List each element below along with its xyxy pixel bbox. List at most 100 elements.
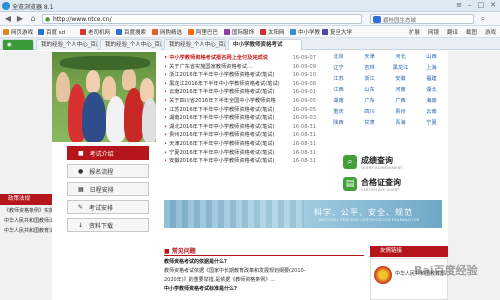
score-query-button[interactable]: ⌕ 成绩查询 QUERY ACHIEVEMENT: [343, 152, 423, 172]
province-link[interactable]: 海南: [416, 96, 447, 107]
menu-icon[interactable]: ≡: [456, 1, 462, 9]
fav-item[interactable]: 百度 sd: [38, 28, 65, 36]
fav-item[interactable]: 阿里巴巴: [188, 28, 218, 36]
search-icon[interactable]: ⌕: [478, 14, 488, 24]
list-item[interactable]: • 浙江2016年下半年中小学教师资格考试(笔试) 16-09-10: [164, 71, 316, 80]
list-item[interactable]: • 云南2016年下半年中小学教师资格考试(笔试) 16-09-01: [164, 88, 316, 97]
province-link[interactable]: 湖南: [323, 96, 354, 107]
fav-item[interactable]: 复旦大学: [322, 28, 352, 36]
faq-answer: 教师资格考试依据《国家中长期教育改革和发展规划纲要(2010-: [164, 268, 306, 274]
list-item[interactable]: • 关于广东省实施国家教师资格考试… 16-09-09: [164, 63, 316, 72]
province-link[interactable]: 辽宁: [323, 63, 354, 74]
search-input[interactable]: 碧桂园生态城: [370, 14, 474, 24]
province-link[interactable]: 湖北: [416, 85, 447, 96]
back-icon[interactable]: ◀: [3, 14, 13, 24]
toolbar-tools: 扩展 网银 翻译 截图 游戏: [409, 28, 496, 36]
province-link[interactable]: 浙江: [354, 74, 385, 85]
url-text: http://www.ntce.cn/: [53, 16, 112, 23]
province-link[interactable]: 吉林: [354, 63, 385, 74]
fav-item[interactable]: 太阳网: [260, 28, 285, 36]
list-item[interactable]: • 天津2016年下半年中小学教师资格考试(笔试) 16-08-31: [164, 140, 316, 149]
tab[interactable]: 我的经验_个人中心_百度经验: [164, 39, 226, 50]
province-link[interactable]: 宁夏: [416, 118, 447, 129]
baidu-icon: [38, 29, 44, 35]
site-icon: [260, 29, 266, 35]
fav-item[interactable]: 国际服饰: [224, 28, 254, 36]
menu-exam-arrangement[interactable]: ✎ 考试安排: [67, 200, 149, 214]
list-item[interactable]: • 贵州2016年下半年中小学教师资格考试(笔试) 16-08-31: [164, 131, 316, 140]
window-title: 全览浏览器 8.1: [12, 4, 54, 11]
tab[interactable]: 我的经验_个人中心_百度经验: [100, 39, 162, 50]
tool-item[interactable]: 游戏: [485, 28, 496, 36]
download-icon: ↓: [78, 221, 84, 229]
menu-registration[interactable]: ● 报名流程: [67, 164, 149, 178]
calendar-icon: ▦: [78, 185, 84, 193]
home-icon[interactable]: ⌂: [28, 14, 38, 24]
forward-icon[interactable]: ▶: [15, 14, 25, 24]
fav-item[interactable]: 老司机网: [80, 28, 110, 36]
fav-item[interactable]: 中小学教: [290, 28, 320, 36]
banner-subtitle: NATIONAL TEACHER CERTIFICATION EXAMINATI…: [319, 218, 420, 222]
province-link[interactable]: 福建: [416, 74, 447, 85]
faq-icon: ■: [164, 248, 172, 255]
province-link[interactable]: 青海: [385, 118, 416, 129]
list-item[interactable]: • 安徽2016年下半年中小学教师资格考试(笔试) 16-08-31: [164, 157, 316, 166]
friend-links-header: 友情链接: [370, 246, 448, 257]
tab-home[interactable]: ◉: [2, 39, 34, 50]
tool-item[interactable]: 扩展: [409, 28, 420, 36]
province-link[interactable]: 陕西: [323, 118, 354, 129]
list-item[interactable]: • 湖南2016年下半年中小学教师资格考试(笔试) 16-09-03: [164, 114, 316, 123]
province-link[interactable]: 贵州: [385, 107, 416, 118]
menu-exam-intro[interactable]: ■ 考试介绍: [67, 146, 149, 160]
fav-item[interactable]: 百度搜索: [116, 28, 146, 36]
close-icon[interactable]: ✕: [490, 1, 496, 9]
url-input[interactable]: ● http://www.ntce.cn/: [42, 14, 362, 24]
province-link[interactable]: 黑龙江: [385, 63, 416, 74]
province-link[interactable]: 上海: [416, 63, 447, 74]
province-link[interactable]: 江苏: [323, 74, 354, 85]
menu-schedule[interactable]: ▦ 日程安排: [67, 182, 149, 196]
province-link[interactable]: 广东: [354, 96, 385, 107]
province-link[interactable]: 河南: [385, 85, 416, 96]
province-link[interactable]: 江西: [323, 85, 354, 96]
site-icon: [322, 29, 328, 35]
province-link[interactable]: 广西: [385, 96, 416, 107]
list-item[interactable]: • 黑龙江2016年下半年中小学教师资格考试(笔试) 16-09-08: [164, 80, 316, 89]
maximize-icon[interactable]: □: [478, 1, 485, 9]
province-link[interactable]: 云南: [416, 107, 447, 118]
list-item[interactable]: • 江苏2016年下半年中小学教师资格考试(笔试) 16-09-05: [164, 106, 316, 115]
list-icon: ■: [78, 149, 84, 157]
certificate-icon: ▤: [343, 177, 357, 191]
province-link[interactable]: 河北: [385, 52, 416, 63]
list-item[interactable]: • 湖北2016年下半年中小学教师资格考试(笔试) 16-08-31: [164, 123, 316, 132]
fav-item[interactable]: 网购精选: [152, 28, 182, 36]
title-bar: 全览浏览器 8.1 ≡ – □ ✕: [0, 0, 500, 12]
tool-item[interactable]: 翻译: [447, 28, 458, 36]
tool-item[interactable]: 截图: [466, 28, 477, 36]
certificate-query-button[interactable]: ▤ 合格证查询 CERTIFICATE QUERY: [343, 174, 423, 194]
faq-question[interactable]: 中小学教师资格考试标准是什么?: [164, 285, 364, 294]
list-item[interactable]: 中华人民共和国教育法: [0, 226, 52, 236]
province-link[interactable]: 四川: [354, 107, 385, 118]
list-item[interactable]: 《教师资格条例》实施办法: [0, 206, 52, 216]
address-bar: ◀ ▶ ⌂ ● http://www.ntce.cn/ 碧桂园生态城 ⌕: [0, 12, 500, 26]
tab-active[interactable]: 中小学教师资格考试: [228, 39, 302, 50]
province-link[interactable]: 安徽: [385, 74, 416, 85]
list-item[interactable]: • 关于四川省2016年下半年全国中小学教师资格 16-09-05: [164, 97, 316, 106]
province-link[interactable]: 山西: [416, 52, 447, 63]
list-item[interactable]: 中华人民共和国教师法: [0, 216, 52, 226]
tool-item[interactable]: 网银: [428, 28, 439, 36]
province-link[interactable]: 山东: [354, 85, 385, 96]
national-emblem-icon[interactable]: [374, 266, 392, 284]
list-item[interactable]: • 宁夏2016年下半年中小学教师资格考试(笔试) 16-08-31: [164, 149, 316, 158]
province-link[interactable]: 甘肃: [354, 118, 385, 129]
minimize-icon[interactable]: –: [468, 1, 472, 9]
list-item[interactable]: • 中小学教师资格考试报名网上全付及完成说 16-09-07: [164, 54, 316, 63]
province-link[interactable]: 北京: [323, 52, 354, 63]
province-link[interactable]: 天津: [354, 52, 385, 63]
province-link[interactable]: 重庆: [323, 107, 354, 118]
faq-question[interactable]: 教师资格考试的依据是什么?: [164, 258, 364, 267]
fav-item[interactable]: 网页游戏: [3, 28, 33, 36]
tab[interactable]: 我的经验_个人中心_百度经验: [36, 39, 98, 50]
menu-downloads[interactable]: ↓ 资料下载: [67, 218, 149, 232]
